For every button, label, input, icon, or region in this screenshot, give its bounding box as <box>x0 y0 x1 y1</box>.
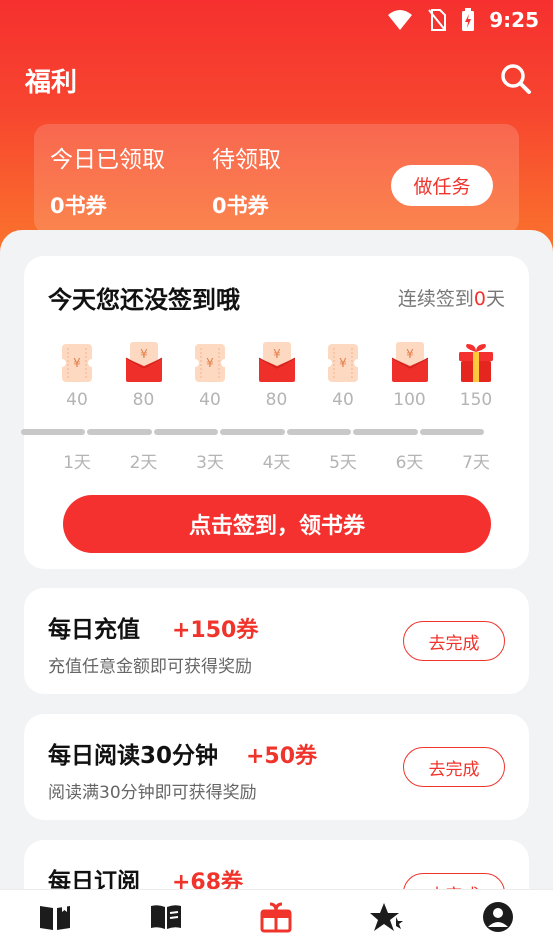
progress-segment <box>87 429 152 435</box>
gift-box-icon <box>443 338 509 384</box>
today-received-value: 0书券 <box>50 194 107 218</box>
task-complete-button[interactable]: 去完成 <box>403 747 505 787</box>
featured-star-icon <box>370 902 404 931</box>
bottom-nav <box>0 889 553 943</box>
streak-text: 连续签到0天 <box>398 284 505 311</box>
checkin-day: 150 7天 <box>443 338 509 473</box>
svg-text:¥: ¥ <box>206 356 214 370</box>
today-received-label: 今日已领取 <box>50 147 165 173</box>
checkin-day-amount: 80 <box>132 390 155 410</box>
checkin-day-label: 4天 <box>262 453 291 473</box>
checkin-day-label: 5天 <box>329 453 357 473</box>
checkin-day-amount: 40 <box>332 390 354 410</box>
red-envelope-icon: ¥ <box>377 338 443 384</box>
svg-text:¥: ¥ <box>339 356 347 370</box>
search-button[interactable] <box>497 60 535 98</box>
checkin-day-label: 2天 <box>129 453 158 473</box>
task-card-recharge: 每日充值 +150券 充值任意金额即可获得奖励 去完成 <box>24 588 529 694</box>
svg-text:¥: ¥ <box>406 347 414 361</box>
checkin-day-amount: 40 <box>199 390 221 410</box>
checkin-card: 今天您还没签到哦 连续签到0天 ¥40 1天 ¥80 2天 ¥40 3天 ¥80 4天 ¥40 5… <box>24 256 529 569</box>
page-title: 福利 <box>25 68 78 98</box>
checkin-day: ¥100 6天 <box>377 338 443 473</box>
checkin-day-amount: 150 <box>459 390 493 410</box>
task-card-reading: 每日阅读30分钟 +50券 阅读满30分钟即可获得奖励 去完成 <box>24 714 529 820</box>
progress-segment <box>153 429 219 435</box>
checkin-heading: 今天您还没签到哦 <box>48 286 240 314</box>
today-received: 今日已领取 0书券 <box>50 140 165 220</box>
profile-icon <box>482 901 513 932</box>
wallet-summary: 今日已领取 0书券 待领取 0书券 做任务 <box>34 124 519 234</box>
svg-text:¥: ¥ <box>140 347 148 361</box>
checkin-day-amount: 80 <box>265 390 288 410</box>
pending-receive: 待领取 0书券 <box>212 140 281 220</box>
task-desc: 阅读满30分钟即可获得奖励 <box>48 783 257 803</box>
ticket-icon: ¥ <box>310 338 376 384</box>
checkin-day-label: 7天 <box>462 453 490 473</box>
pending-value: 0书券 <box>212 194 269 218</box>
bookshelf-icon <box>40 903 71 930</box>
task-name: 每日充值 <box>48 617 140 643</box>
task-reward: +150券 <box>172 618 259 643</box>
checkin-day-label: 6天 <box>395 453 424 473</box>
streak-prefix: 连续签到 <box>397 288 474 310</box>
progress-segment <box>220 429 285 435</box>
checkin-day-label: 1天 <box>63 453 91 473</box>
task-desc: 充值任意金额即可获得奖励 <box>48 657 252 677</box>
task-name: 每日阅读30分钟 <box>48 743 219 769</box>
ticket-icon: ¥ <box>177 338 243 384</box>
red-envelope-icon: ¥ <box>111 338 177 384</box>
task-complete-button[interactable]: 去完成 <box>403 621 505 661</box>
no-sim-icon <box>428 9 447 31</box>
streak-count: 0 <box>473 288 486 310</box>
nav-bookshelf[interactable] <box>25 895 85 939</box>
streak-suffix: 天 <box>485 288 505 310</box>
progress-segment <box>419 429 484 435</box>
svg-text:¥: ¥ <box>273 347 281 361</box>
pending-label: 待领取 <box>212 147 281 173</box>
nav-profile[interactable] <box>468 895 528 939</box>
svg-text:¥: ¥ <box>73 356 81 370</box>
progress-segment <box>353 429 418 435</box>
checkin-day: ¥80 4天 <box>244 338 310 473</box>
checkin-progress-track <box>20 429 485 435</box>
progress-segment <box>286 429 352 435</box>
task-reward: +50券 <box>246 744 318 769</box>
checkin-day-amount: 40 <box>66 390 88 410</box>
clock: 9:25 <box>489 8 539 32</box>
checkin-day: ¥40 5天 <box>310 338 376 473</box>
do-task-button[interactable]: 做任务 <box>391 165 493 206</box>
nav-featured[interactable] <box>357 895 417 939</box>
status-bar: 9:25 <box>0 0 553 40</box>
checkin-day-amount: 100 <box>393 390 426 410</box>
search-icon <box>501 64 531 94</box>
sign-in-button[interactable]: 点击签到，领书券 <box>63 495 491 553</box>
battery-charging-icon <box>462 8 475 31</box>
welfare-gift-icon <box>260 902 292 932</box>
ticket-icon: ¥ <box>44 338 110 384</box>
checkin-day-label: 3天 <box>196 453 224 473</box>
checkin-day: ¥40 1天 <box>44 338 110 473</box>
checkin-day: ¥80 2天 <box>111 338 177 473</box>
nav-bookstore[interactable] <box>136 895 196 939</box>
nav-welfare[interactable] <box>246 895 306 939</box>
bookstore-icon <box>150 904 181 929</box>
wifi-icon <box>388 10 413 30</box>
checkin-day: ¥40 3天 <box>177 338 243 473</box>
red-envelope-icon: ¥ <box>244 338 310 384</box>
progress-segment <box>21 429 86 435</box>
